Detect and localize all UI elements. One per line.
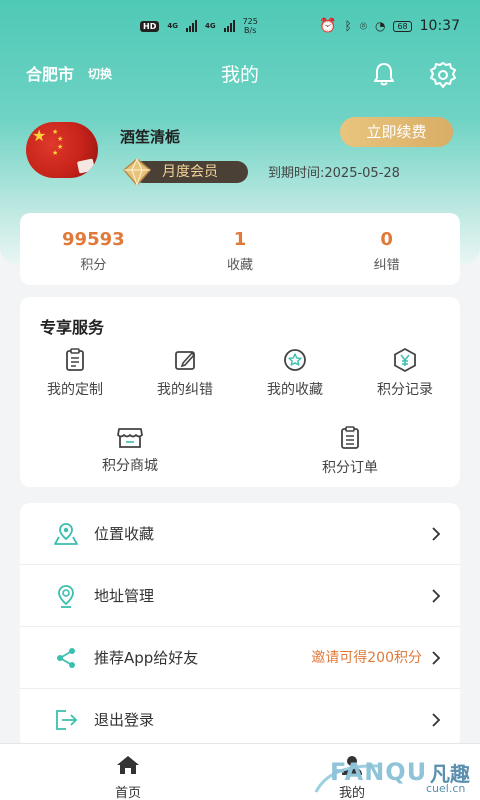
invite-reward-text: 邀请可得200积分 <box>311 650 422 666</box>
order-list-icon <box>341 426 359 449</box>
nav-home[interactable]: 首页 <box>88 754 168 800</box>
services-title: 专享服务 <box>40 318 105 337</box>
stat-label: 纠错 <box>373 258 400 273</box>
service-my-favorites[interactable]: 我的收藏 <box>240 347 350 399</box>
menu-item-logout[interactable]: 退出登录 <box>20 689 460 751</box>
service-label: 我的定制 <box>47 382 103 398</box>
service-my-custom[interactable]: 我的定制 <box>20 347 130 399</box>
gear-icon[interactable] <box>428 60 458 90</box>
hd-badge: HD <box>140 20 160 32</box>
stat-value: 99593 <box>62 229 125 250</box>
stat-label: 收藏 <box>227 258 254 273</box>
expire-date: 到期时间:2025-05-28 <box>268 166 400 181</box>
net-speed: 725 B/s <box>243 17 258 35</box>
menu-label: 退出登录 <box>94 711 155 729</box>
service-points-record[interactable]: 积分记录 <box>350 347 460 399</box>
flag-star-icon: ★ <box>32 126 47 145</box>
avatar[interactable]: ★ ★ ★ ★ ★ <box>26 122 98 178</box>
page-title: 我的 <box>220 64 259 86</box>
settings-menu-card: 位置收藏 地址管理 推荐App给好友 邀请可得200积分 退出登录 <box>20 503 460 748</box>
nav-label: 首页 <box>114 786 141 800</box>
net-type-1: 4G <box>167 22 178 30</box>
alarm-icon: ⏰ <box>319 18 337 34</box>
menu-item-address-management[interactable]: 地址管理 <box>20 565 460 627</box>
menu-label: 位置收藏 <box>94 525 155 543</box>
service-my-corrections[interactable]: 我的纠错 <box>130 347 240 399</box>
flag-star-icon: ★ <box>57 135 64 143</box>
menu-item-recommend-app[interactable]: 推荐App给好友 邀请可得200积分 <box>20 627 460 689</box>
star-badge-icon <box>284 349 306 371</box>
stat-value: 1 <box>233 229 247 250</box>
service-points-orders[interactable]: 积分订单 <box>295 425 405 477</box>
store-icon <box>117 428 143 448</box>
net-type-2: 4G <box>204 22 216 30</box>
service-points-mall[interactable]: 积分商城 <box>75 425 185 475</box>
service-label: 积分商城 <box>102 458 158 474</box>
stat-points[interactable]: 99593 积分 <box>20 213 167 285</box>
service-label: 积分记录 <box>377 382 433 398</box>
diamond-icon <box>122 157 152 187</box>
logout-icon <box>56 710 78 730</box>
wifi-icon: ◔ <box>374 19 386 33</box>
location-bookmark-icon <box>54 523 78 545</box>
chevron-right-icon <box>432 713 441 727</box>
service-label: 积分订单 <box>322 460 378 476</box>
chevron-right-icon <box>432 527 441 541</box>
watermark-brand: FANQU <box>330 758 428 786</box>
edit-icon <box>175 351 196 370</box>
map-pin-icon <box>58 585 74 608</box>
stats-card: 99593 积分 1 收藏 0 纠错 <box>20 213 460 285</box>
menu-label: 地址管理 <box>94 587 155 605</box>
stat-corrections[interactable]: 0 纠错 <box>313 213 460 285</box>
chevron-right-icon <box>432 651 441 665</box>
status-bar: HD 4G 4G 725 B/s ⏰ ᛒ ⌾ ◔ 68 10:37 <box>0 0 480 52</box>
signal-icon <box>223 20 235 32</box>
location-icon: ⌾ <box>359 18 367 33</box>
yen-hexagon-icon <box>394 347 416 373</box>
watermark-url: cuel.cn <box>426 782 466 795</box>
bluetooth-icon: ᛒ <box>344 19 352 33</box>
top-header: 合肥市 切换 我的 <box>0 52 480 96</box>
stat-value: 0 <box>380 229 393 250</box>
chevron-right-icon <box>432 589 441 603</box>
service-label: 我的收藏 <box>267 382 323 398</box>
clipboard-icon <box>66 348 84 371</box>
menu-item-location-favorites[interactable]: 位置收藏 <box>20 503 460 565</box>
stat-label: 积分 <box>80 258 107 273</box>
service-label: 我的纠错 <box>157 382 213 398</box>
share-icon <box>57 648 75 668</box>
renew-button[interactable]: 立即续费 <box>340 117 453 147</box>
username: 酒笙清栀 <box>120 128 181 146</box>
signal-icon <box>185 20 197 32</box>
home-icon <box>117 756 139 774</box>
net-speed-unit: B/s <box>244 26 257 35</box>
watermark-logo: FANQU 凡趣 cuel.cn <box>310 756 480 800</box>
battery-icon: 68 <box>393 20 412 32</box>
stat-favorites[interactable]: 1 收藏 <box>167 213 314 285</box>
menu-label: 推荐App给好友 <box>94 649 199 667</box>
flag-star-icon: ★ <box>52 149 59 157</box>
bell-icon[interactable] <box>370 60 398 88</box>
exclusive-services-card: 专享服务 我的定制 我的纠错 我的收藏 积分记录 积分商城 积分订单 <box>20 297 460 487</box>
net-speed-value: 725 <box>242 17 258 26</box>
clock-time: 10:37 <box>419 18 460 34</box>
